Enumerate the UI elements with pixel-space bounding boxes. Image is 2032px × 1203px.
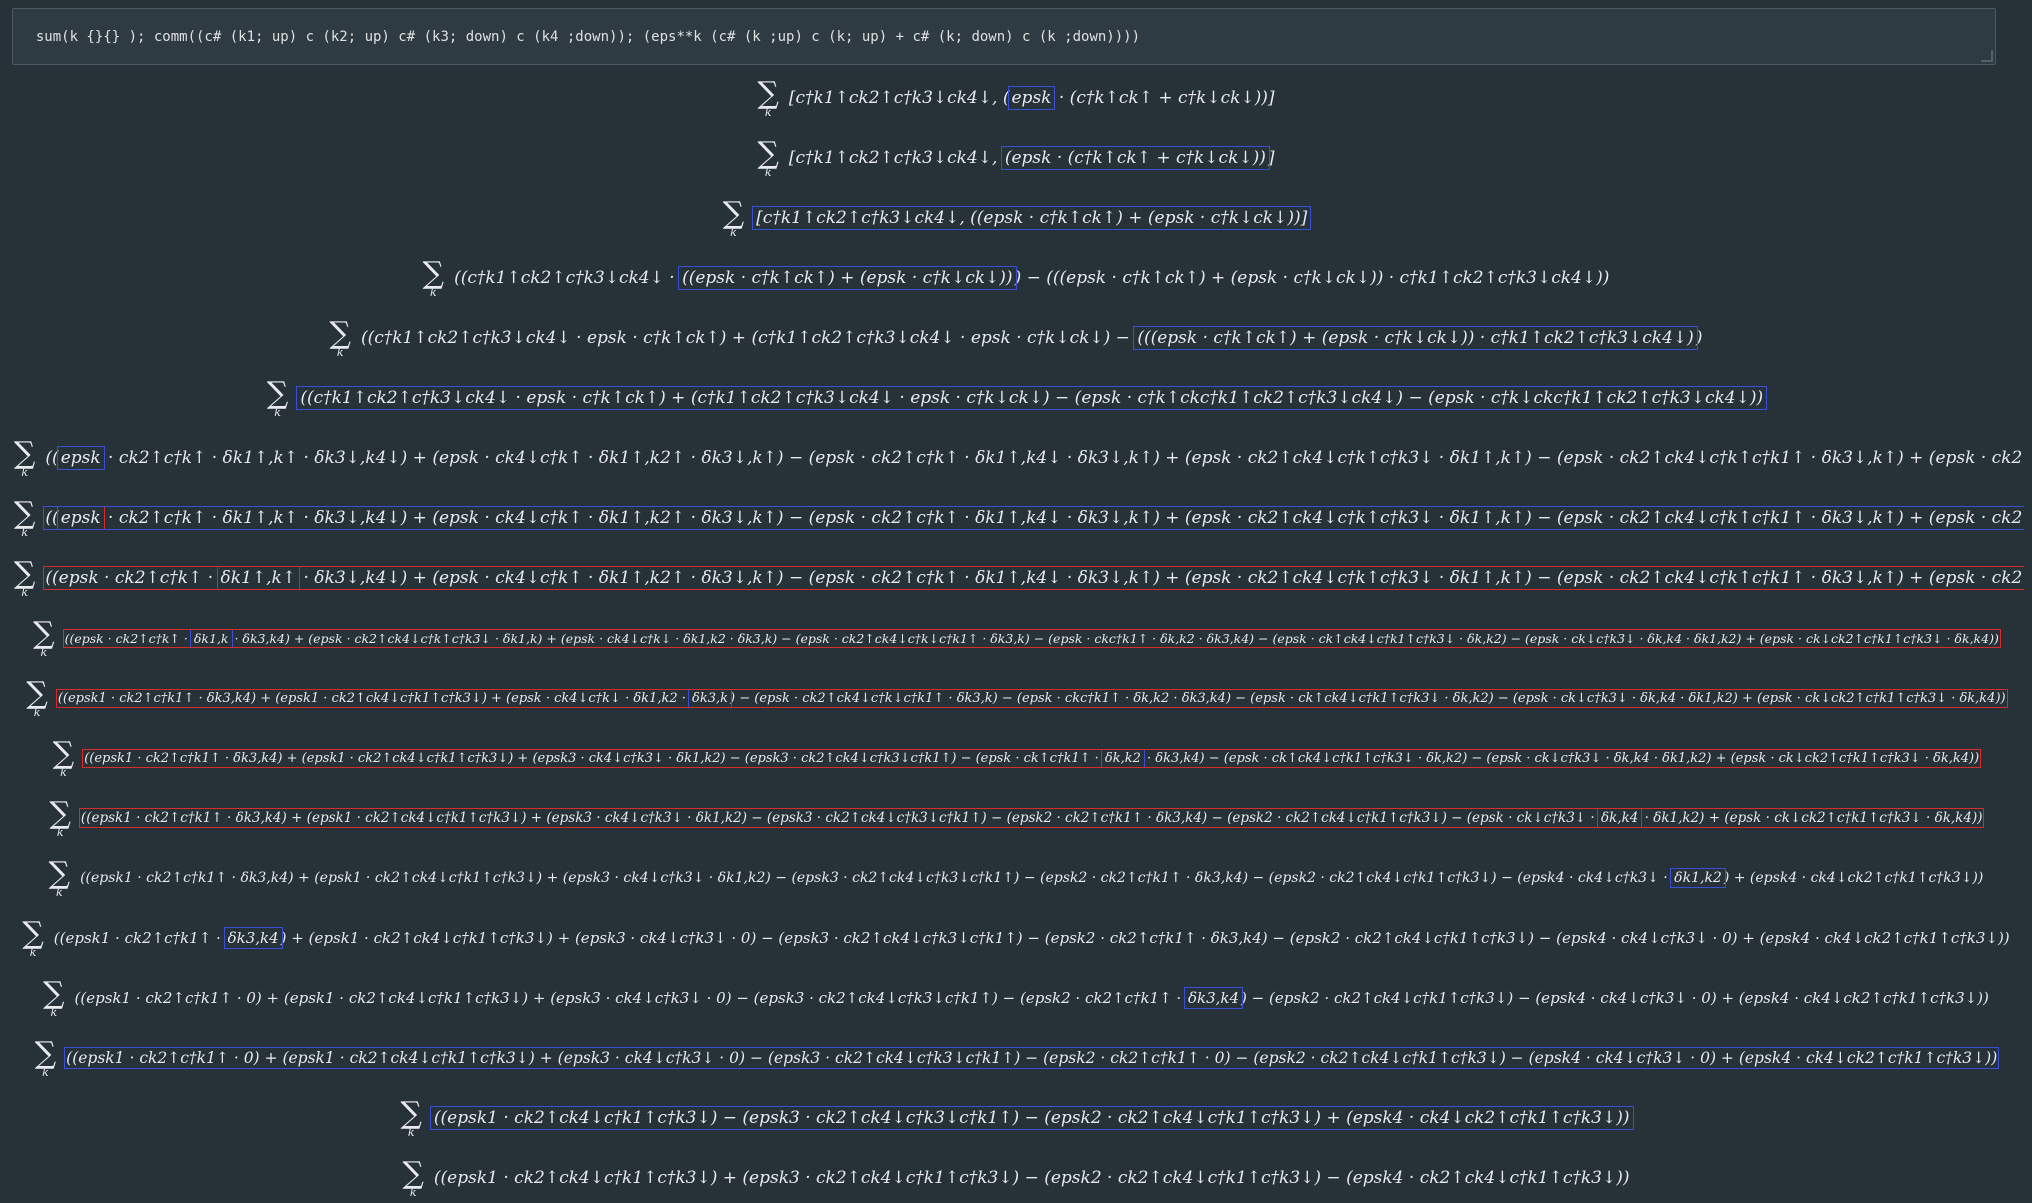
step-expression: ((epsk1 · ck2↑c†k1↑ · 0) + (epsk1 · ck2↑… [64,1047,2000,1069]
resize-grip-icon[interactable] [1981,50,1993,62]
sum-symbol: ∑ k [757,75,779,119]
step-row: ∑ k ((epsk1 · ck2↑c†k1↑ · δk3,k4) + (epsk… [0,798,2032,838]
step-row: ∑ k ((epsk1 · ck2↑c†k1↑ · δk3,k4) + (epsk… [0,858,2032,898]
sum-symbol: ∑ k [14,438,36,478]
step-expression: ((c†k1↑ck2↑c†k3↓ck4↓ · epsk · c†k↑ck↑) +… [360,326,1703,350]
step-row: ∑ k ((epsk1 · ck2↑c†k1↑ · 0) + (epsk1 · c… [0,978,2032,1018]
step-focus: δk1,k [189,628,233,648]
step-expression: [c†k1↑ck2↑c†k3↓ck4↓, ((epsk · c†k↑ck↑) +… [752,206,1312,230]
step-focus: ((epsk1 · ck2↑ck4↓c†k1↑c†k3↓) − (epsk3 ·… [429,1106,1634,1130]
sigma-icon: ∑ [52,735,75,771]
step-focus: ((epsk1 · ck2↑c†k1↑ · 0) + (epsk1 · ck2↑… [66,1049,1998,1067]
step-expression: ((epsk1 · ck2↑ck4↓c†k1↑c†k3↓) − (epsk3 ·… [429,1106,1634,1130]
sigma-icon: ∑ [422,255,445,291]
step-expression: ((c†k1↑ck2↑c†k3↓ck4↓ · epsk · c†k↑ck↑) +… [296,386,1768,410]
step-expression: ((epsk1 · ck2↑c†k1↑ · δk3,k4) + (epsk1 ·… [82,748,1982,768]
step-row: ∑ k ((c†k1↑ck2↑c†k3↓ck4↓ · epsk · c†k↑ck↑… [0,378,2032,418]
sigma-icon: ∑ [43,975,65,1011]
sigma-icon: ∑ [22,915,44,951]
step-expression: ((epsk1 · ck2↑c†k1↑ · δk3,k4) + (epsk1 ·… [78,808,1985,828]
sum-symbol: ∑ k [43,975,65,1019]
sum-symbol: ∑ k [34,1035,57,1079]
sum-symbol: ∑ k [14,498,36,538]
step-expression: ((epsk1 · ck2↑c†k1↑ · δk3,k4) + (epsk1 ·… [53,927,2010,949]
step-focus: epsk [56,506,105,530]
step-focus: δk3,k4 [223,927,283,949]
step-row: ∑ k [c†k1↑ck2↑c†k3↓ck4↓, ((epsk · c†k↑ck↑… [0,198,2032,238]
step-row: ∑ k ((epsk1 · ck2↑c†k1↑ · δk3,k4) + (epsk… [0,678,2032,718]
sum-symbol: ∑ k [26,675,48,719]
step-expression: ((epsk · ck2↑c†k↑ · δk1↑,k↑ · δk3↓,k4↓) … [45,446,2024,470]
derivation-steps: ∑ k [c†k1↑ck2↑c†k3↓ck4↓, (epsk · (c†k↑ck↑… [0,70,2032,1203]
sum-symbol: ∑ k [757,135,779,179]
sigma-icon: ∑ [49,795,71,831]
sum-symbol: ∑ k [329,315,351,359]
sum-symbol: ∑ k [14,558,36,598]
step-expression: [c†k1↑ck2↑c†k3↓ck4↓, (epsk · (c†k↑ck↑ + … [788,86,1275,110]
step-row: ∑ k [c†k1↑ck2↑c†k3↓ck4↓, (epsk · (c†k↑ck↑… [0,78,2032,118]
step-row: ∑ k ((c†k1↑ck2↑c†k3↓ck4↓ · ((epsk · c†k↑c… [0,258,2032,298]
step-focus: ((epsk · c†k↑ck↑) + (epsk · c†k↓ck↓)) [678,266,1017,290]
sum-symbol: ∑ k [402,1155,424,1199]
sigma-icon: ∑ [329,315,351,351]
sigma-icon: ∑ [14,498,36,531]
sigma-icon: ∑ [757,135,779,171]
sum-symbol: ∑ k [52,735,75,779]
step-row: ∑k ((epsk · ck2↑c†k↑ · δk1↑,k↑ · δk3↓,k4… [14,558,2024,598]
step-focus: δk,k2 [1100,748,1145,768]
expression-input-text: sum(k {}{} ); comm((c# (k1; up) c (k2; u… [35,29,1141,45]
step-row: ∑ k ((epsk1 · ck2↑ck4↓c†k1↑c†k3↓) + (epsk… [0,1158,2032,1198]
step-focus: δk1,k2 [1670,868,1726,888]
step-expression: ((epsk1 · ck2↑c†k1↑ · 0) + (epsk1 · ck2↑… [74,987,1989,1009]
step-row: ∑ k ((epsk1 · ck2↑c†k1↑ · δk3,k4) + (epsk… [0,918,2032,958]
sigma-icon: ∑ [402,1155,424,1191]
step-expression: ((epsk1 · ck2↑c†k1↑ · δk3,k4) + (epsk1 ·… [55,688,2008,708]
step-focus: [c†k1↑ck2↑c†k3↓ck4↓, ((epsk · c†k↑ck↑) +… [752,206,1312,230]
sigma-icon: ∑ [48,855,71,891]
step-focus: δk,k4 [1596,808,1643,828]
sigma-icon: ∑ [14,558,36,591]
sigma-icon: ∑ [266,375,289,411]
step-row: ∑ k ((epsk1 · ck2↑ck4↓c†k1↑c†k3↓) − (epsk… [0,1098,2032,1138]
step-row: ∑ k ((c†k1↑ck2↑c†k3↓ck4↓ · epsk · c†k↑ck↑… [0,318,2032,358]
step-focus: epsk [1007,86,1056,110]
step-focus: δk3,k [688,688,733,708]
sigma-icon: ∑ [400,1095,422,1131]
step-row: ∑ k ((epsk · ck2↑c†k↑ · δk1,k · δk3,k4) +… [0,618,2032,658]
step-row: ∑k ((epsk · ck2↑c†k↑ · δk1↑,k↑ · δk3↓,k4… [14,438,2024,478]
sum-symbol: ∑ k [22,915,44,959]
step-expression: ((epsk1 · ck2↑c†k1↑ · δk3,k4) + (epsk1 ·… [80,868,1984,888]
step-row: ∑ k ((epsk1 · ck2↑c†k1↑ · 0) + (epsk1 · c… [0,1038,2032,1078]
step-focus: epsk [56,446,105,470]
sum-symbol: ∑ k [48,855,71,899]
step-focus: δk1↑,k↑ [216,566,301,590]
step-focus: δk3,k4 [1183,987,1244,1009]
sigma-icon: ∑ [34,1035,57,1071]
sum-symbol: ∑ k [400,1095,422,1139]
sum-symbol: ∑ k [422,255,445,299]
step-expression: ((epsk1 · ck2↑ck4↓c†k1↑c†k3↓) + (epsk3 ·… [433,1168,1630,1188]
step-row: ∑ k ((epsk1 · ck2↑c†k1↑ · δk3,k4) + (epsk… [0,738,2032,778]
sigma-icon: ∑ [757,75,779,111]
step-expression: ((c†k1↑ck2↑c†k3↓ck4↓ · ((epsk · c†k↑ck↑)… [454,266,1610,290]
sigma-icon: ∑ [722,195,745,231]
step-focus: ((c†k1↑ck2↑c†k3↓ck4↓ · epsk · c†k↑ck↑) +… [296,386,1768,410]
step-expression: ((epsk · ck2↑c†k↑ · δk1,k · δk3,k4) + (e… [62,628,2001,648]
sum-symbol: ∑ k [33,615,55,659]
sum-symbol: ∑ k [266,375,289,419]
step-expression: ((epsk · ck2↑c†k↑ · δk1↑,k↑ · δk3↓,k4↓) … [43,566,2024,590]
step-row: ∑ k [c†k1↑ck2↑c†k3↓ck4↓, (epsk · (c†k↑ck↑… [0,138,2032,178]
step-focus: (((epsk · c†k↑ck↑) + (epsk · c†k↓ck↓)) ·… [1133,326,1698,350]
step-focus: (epsk · (c†k↑ck↑ + c†k↓ck↓)) [1000,146,1270,170]
sigma-icon: ∑ [33,615,55,651]
sigma-icon: ∑ [26,675,48,711]
sigma-icon: ∑ [14,438,36,471]
sum-symbol: ∑ k [49,795,71,839]
step-expression: [c†k1↑ck2↑c†k3↓ck4↓, (epsk · (c†k↑ck↑ + … [788,146,1275,170]
step-row: ∑k ((epsk · ck2↑c†k↑ · δk1↑,k↑ · δk3↓,k4… [14,498,2024,538]
step-expression: ((epsk · ck2↑c†k↑ · δk1↑,k↑ · δk3↓,k4↓) … [43,506,2024,530]
sum-symbol: ∑ k [722,195,745,239]
expression-input[interactable]: sum(k {}{} ); comm((c# (k1; up) c (k2; u… [12,8,1996,65]
